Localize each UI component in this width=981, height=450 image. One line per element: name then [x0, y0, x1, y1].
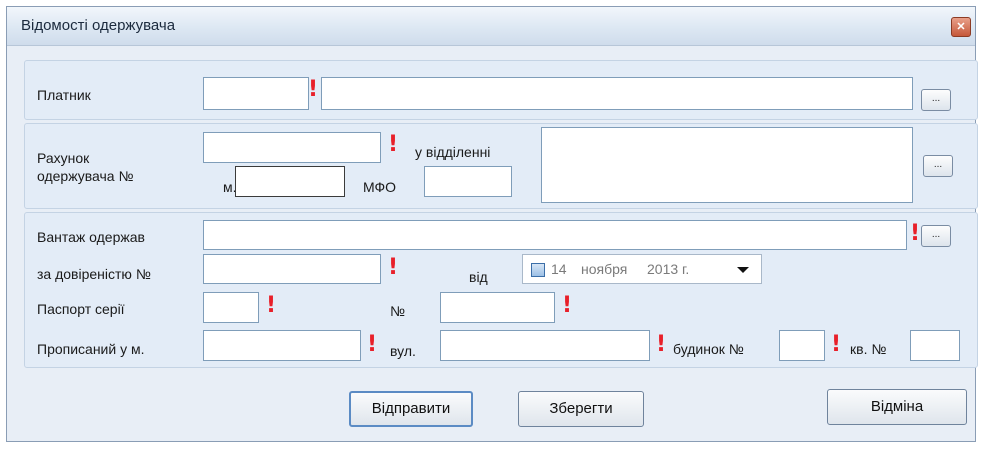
account-label-line1: Рахунок — [37, 150, 90, 166]
account-number-required-mark: ! — [388, 132, 399, 157]
cargo-received-label: Вантаж одержав — [37, 229, 145, 245]
date-checkbox[interactable] — [531, 263, 545, 277]
cargo-received-input[interactable] — [203, 220, 907, 250]
dialog-window: Відомості одержувача ✕ Платник ! ... Рах… — [6, 6, 978, 442]
chevron-down-icon[interactable] — [737, 267, 749, 273]
registered-city-input[interactable] — [203, 330, 361, 361]
branch-label: у відділенні — [415, 144, 491, 160]
payer-code-required-mark: ! — [308, 77, 319, 102]
apartment-label: кв. № — [850, 341, 887, 357]
house-required-mark: ! — [831, 332, 842, 357]
save-button[interactable]: Зберегти — [518, 391, 644, 427]
apartment-input[interactable] — [910, 330, 960, 361]
proxy-label: за довіреністю № — [37, 266, 151, 282]
registered-city-label: Прописаний у м. — [37, 341, 145, 357]
payer-name-input[interactable] — [321, 77, 913, 110]
account-browse-button[interactable]: ... — [923, 155, 953, 177]
date-day: 14 — [551, 261, 567, 277]
date-picker[interactable]: 14 ноября 2013 г. — [522, 254, 762, 284]
from-label: від — [469, 269, 488, 285]
cancel-button[interactable]: Відміна — [827, 389, 967, 425]
passport-series-label: Паспорт серії — [37, 301, 125, 317]
send-button[interactable]: Відправити — [349, 391, 473, 427]
passport-number-input[interactable] — [440, 292, 555, 323]
registered-city-required-mark: ! — [367, 332, 378, 357]
house-input[interactable] — [779, 330, 825, 361]
passport-number-required-mark: ! — [562, 293, 573, 318]
payer-label: Платник — [37, 87, 91, 103]
date-year: 2013 г. — [647, 261, 690, 277]
passport-series-input[interactable] — [203, 292, 259, 323]
date-month: ноября — [581, 261, 628, 277]
close-icon[interactable]: ✕ — [951, 17, 971, 37]
mfo-label: МФО — [363, 179, 397, 195]
city-input[interactable] — [235, 166, 345, 197]
street-required-mark: ! — [656, 332, 667, 357]
passport-series-required-mark: ! — [266, 293, 277, 318]
account-label-line2: одержувача № — [37, 168, 134, 184]
branch-textarea[interactable] — [541, 127, 913, 203]
street-label: вул. — [390, 343, 416, 359]
window-title: Відомості одержувача — [21, 17, 176, 34]
payer-browse-button[interactable]: ... — [921, 89, 951, 111]
cargo-received-required-mark: ! — [910, 221, 921, 246]
mfo-input[interactable] — [424, 166, 512, 197]
proxy-input[interactable] — [203, 254, 381, 284]
cargo-browse-button[interactable]: ... — [921, 225, 951, 247]
proxy-required-mark: ! — [388, 255, 399, 280]
payer-code-input[interactable] — [203, 77, 309, 110]
title-bar: Відомості одержувача ✕ — [7, 7, 975, 46]
street-input[interactable] — [440, 330, 650, 361]
account-number-input[interactable] — [203, 132, 381, 163]
passport-number-label: № — [390, 303, 406, 319]
house-label: будинок № — [673, 341, 744, 357]
